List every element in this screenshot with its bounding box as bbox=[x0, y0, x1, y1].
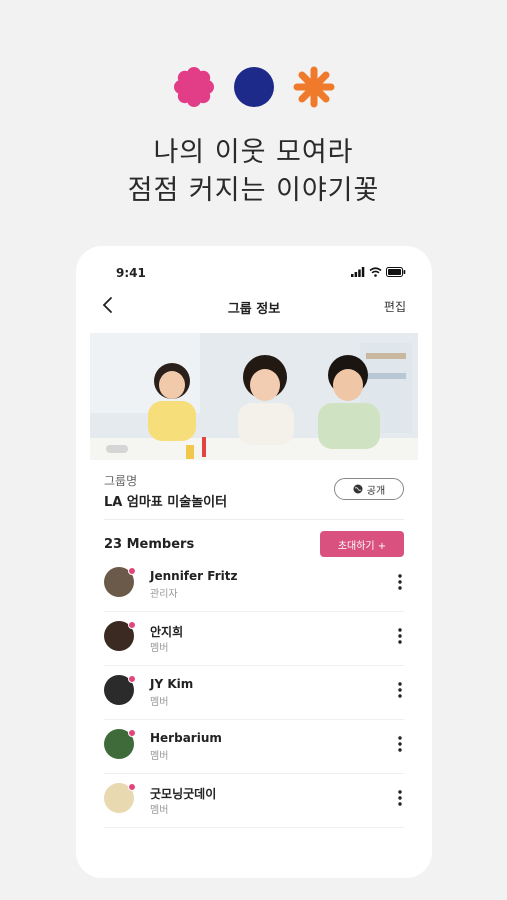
more-options-icon[interactable] bbox=[396, 681, 404, 699]
status-time: 9:41 bbox=[116, 266, 146, 280]
online-dot bbox=[128, 729, 136, 737]
row-divider bbox=[104, 665, 404, 666]
orange-asterisk-icon bbox=[293, 66, 335, 108]
visibility-button[interactable]: 공개 bbox=[334, 478, 404, 500]
list-item[interactable]: Herbarium 멤버 bbox=[104, 729, 404, 783]
visibility-label: 공개 bbox=[366, 485, 386, 497]
divider bbox=[104, 519, 404, 520]
headline-line-2: 점점 커지는 이야기꽃 bbox=[127, 175, 380, 206]
more-options-icon[interactable] bbox=[396, 573, 404, 591]
list-item[interactable]: JY Kim 멤버 bbox=[104, 675, 404, 729]
online-dot bbox=[128, 567, 136, 575]
member-role: 멤버 bbox=[150, 751, 169, 762]
edit-button[interactable]: 편집 bbox=[384, 298, 406, 315]
member-role: 멤버 bbox=[150, 805, 169, 816]
navy-circle-icon bbox=[233, 66, 275, 108]
row-divider bbox=[104, 773, 404, 774]
more-options-icon[interactable] bbox=[396, 789, 404, 807]
invite-button[interactable]: 초대하기 + bbox=[320, 531, 404, 557]
row-divider bbox=[104, 719, 404, 720]
brand-logo bbox=[0, 66, 507, 108]
online-dot bbox=[128, 783, 136, 791]
more-options-icon[interactable] bbox=[396, 735, 404, 753]
group-name: LA 엄마표 미술놀이터 bbox=[104, 495, 228, 510]
signal-icon bbox=[351, 267, 365, 277]
list-item[interactable]: 안지희 멤버 bbox=[104, 621, 404, 675]
member-name: JY Kim bbox=[150, 677, 194, 691]
page-title: 그룹 정보 bbox=[227, 302, 281, 317]
pink-flower-icon bbox=[173, 66, 215, 108]
status-icons bbox=[351, 267, 406, 277]
more-options-icon[interactable] bbox=[396, 627, 404, 645]
member-name: 안지희 bbox=[150, 625, 184, 639]
phone-screen: 9:41 그룹 정보 편집 그룹명 LA 엄마표 미술놀이터 공개 23 Mem… bbox=[76, 246, 432, 878]
member-role: 멤버 bbox=[150, 697, 169, 708]
member-name: Jennifer Fritz bbox=[150, 569, 238, 583]
globe-icon bbox=[353, 484, 363, 494]
headline-line-1: 나의 이웃 모여라 bbox=[153, 137, 354, 168]
group-cover-photo bbox=[90, 333, 418, 460]
nav-bar: 그룹 정보 편집 bbox=[76, 294, 432, 318]
group-name-label: 그룹명 bbox=[104, 474, 138, 488]
status-bar: 9:41 bbox=[76, 264, 432, 282]
online-dot bbox=[128, 621, 136, 629]
wifi-icon bbox=[369, 267, 382, 277]
row-divider bbox=[104, 827, 404, 828]
member-name: 굿모닝굿데이 bbox=[150, 787, 217, 801]
online-dot bbox=[128, 675, 136, 683]
member-role: 멤버 bbox=[150, 643, 169, 654]
members-count: 23 Members bbox=[104, 537, 195, 552]
promo-headline: 나의 이웃 모여라 점점 커지는 이야기꽃 bbox=[0, 134, 507, 210]
list-item[interactable]: Jennifer Fritz 관리자 bbox=[104, 567, 404, 621]
member-name: Herbarium bbox=[150, 731, 222, 745]
member-role: 관리자 bbox=[150, 589, 178, 600]
row-divider bbox=[104, 611, 404, 612]
battery-icon bbox=[386, 267, 406, 277]
list-item[interactable]: 굿모닝굿데이 멤버 bbox=[104, 783, 404, 837]
